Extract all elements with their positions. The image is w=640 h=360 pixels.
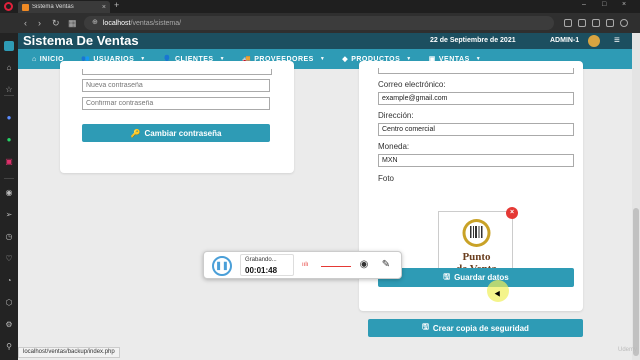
snapshot-icon[interactable] (564, 19, 572, 27)
tab-title: Sistema Ventas (32, 4, 74, 10)
header-user: ADMIN-1 (550, 37, 580, 44)
browser-tab[interactable]: Sistema Ventas × (18, 1, 110, 13)
home-icon: ⌂ (32, 55, 37, 63)
opera-sidebar: ⌂ ☆ ● ● ▣ ◉ ➢ ◷ ♡ ◔ ⬡ ⚙ ⚲ (0, 33, 18, 360)
history-icon[interactable]: ◷ (4, 232, 14, 242)
url-host: localhost (102, 19, 131, 27)
bookmarks-icon[interactable]: ☆ (4, 85, 14, 95)
home-icon[interactable]: ⌂ (4, 63, 14, 73)
tab-favicon-icon (22, 3, 29, 11)
save-icon: 🖫 (422, 322, 429, 331)
reload-icon[interactable]: ↻ (52, 18, 60, 28)
url-field[interactable]: ⊕ localhost /ventas/sistema/ (84, 16, 554, 30)
cube-icon[interactable]: ⬡ (4, 298, 14, 308)
box-icon: ◆ (342, 56, 349, 63)
pencil-icon[interactable]: ✎ (379, 258, 393, 272)
currency-label: Moneda: (378, 142, 410, 151)
camera-icon[interactable] (578, 19, 586, 27)
forward-icon[interactable]: › (38, 18, 41, 28)
menu-icon[interactable] (620, 19, 628, 27)
email-label: Correo electrónico: (378, 80, 446, 89)
opera-logo-icon[interactable] (4, 2, 13, 11)
minimize-icon[interactable]: – (582, 1, 586, 8)
bookmark-icon[interactable] (592, 19, 600, 27)
window-close-icon[interactable]: × (622, 1, 626, 8)
currency-input[interactable]: MXN (378, 154, 574, 167)
messenger-icon[interactable]: ● (4, 113, 14, 123)
sidebar-divider (4, 178, 14, 179)
browser-tabstrip: Sistema Ventas × + – □ × (0, 0, 640, 13)
logo-line-1: Punto (462, 251, 491, 263)
audio-level-line (321, 266, 351, 267)
password-card: 🔑 Cambiar contraseña (60, 61, 294, 173)
previous-field[interactable] (378, 68, 574, 74)
save-icon: 🖫 (443, 271, 451, 281)
photo-label: Foto (378, 174, 395, 183)
address-input[interactable]: Centro comercial (378, 123, 574, 136)
whatsapp-icon[interactable]: ● (4, 135, 14, 145)
change-password-label: Cambiar contraseña (144, 128, 222, 138)
back-icon[interactable]: ‹ (24, 18, 27, 28)
scroll-thumb[interactable] (633, 208, 639, 356)
heart-icon[interactable]: ♡ (4, 254, 14, 264)
email-input[interactable]: example@gmail.com (378, 92, 574, 105)
save-data-button[interactable]: 🖫 Guardar datos (378, 268, 574, 287)
avatar[interactable] (588, 35, 600, 47)
instagram-icon[interactable]: ▣ (4, 157, 14, 167)
page-viewport: Sistema De Ventas 22 de Septiembre de 20… (18, 33, 632, 360)
lightbulb-icon[interactable]: ⚲ (4, 342, 14, 352)
webcam-icon[interactable]: ◉ (357, 258, 371, 272)
page-scrollbar[interactable] (632, 33, 640, 360)
new-password-input[interactable] (82, 79, 270, 92)
app-header: Sistema De Ventas 22 de Septiembre de 20… (18, 33, 632, 49)
workspace-icon[interactable] (4, 41, 14, 51)
settings-icon[interactable]: ⚙ (4, 320, 14, 330)
current-password-field[interactable] (82, 69, 272, 75)
app-title: Sistema De Ventas (23, 33, 139, 48)
flow-icon[interactable]: ➢ (4, 210, 14, 220)
player-icon[interactable]: ◉ (4, 188, 14, 198)
speed-dial-icon[interactable]: ▦ (68, 18, 77, 28)
remove-photo-icon[interactable]: × (506, 207, 518, 219)
pause-icon[interactable]: ❚❚ (212, 256, 232, 276)
status-url: localhost/ventas/backup/index.php (18, 347, 120, 358)
tab-close-icon[interactable]: × (102, 4, 106, 11)
screen-recorder-bar: ❚❚ Grabando... 00:01:48 ıılı ◉ ✎ (203, 251, 402, 279)
address-label: Dirección: (378, 111, 414, 120)
recording-time: 00:01:48 (245, 266, 278, 275)
address-bar: ‹ › ↻ ▦ ⊕ localhost /ventas/sistema/ (0, 13, 640, 33)
download-icon[interactable] (606, 19, 614, 27)
header-date: 22 de Septiembre de 2021 (430, 37, 516, 44)
backup-button[interactable]: 🖫 Crear copia de seguridad (368, 319, 583, 337)
recording-panel: Grabando... 00:01:48 (240, 254, 294, 276)
change-password-button[interactable]: 🔑 Cambiar contraseña (82, 124, 270, 142)
watermark: Udemy (618, 347, 638, 353)
clock-icon[interactable]: ◔ (4, 276, 14, 286)
caret-down-icon: ▼ (319, 56, 326, 62)
hamburger-icon[interactable]: ≡ (614, 35, 620, 47)
nav-inicio[interactable]: ⌂ INICIO (32, 56, 64, 63)
key-icon: 🔑 (130, 128, 141, 138)
confirm-password-input[interactable] (82, 97, 270, 110)
site-info-icon[interactable]: ⊕ (92, 18, 98, 28)
sidebar-divider (4, 95, 14, 96)
url-path: /ventas/sistema/ (130, 19, 182, 27)
backup-label: Crear copia de seguridad (432, 323, 529, 333)
audio-level-icon: ıılı (302, 262, 309, 268)
recording-status: Grabando... (245, 257, 277, 263)
new-tab-button[interactable]: + (114, 0, 119, 10)
maximize-icon[interactable]: □ (602, 1, 606, 8)
